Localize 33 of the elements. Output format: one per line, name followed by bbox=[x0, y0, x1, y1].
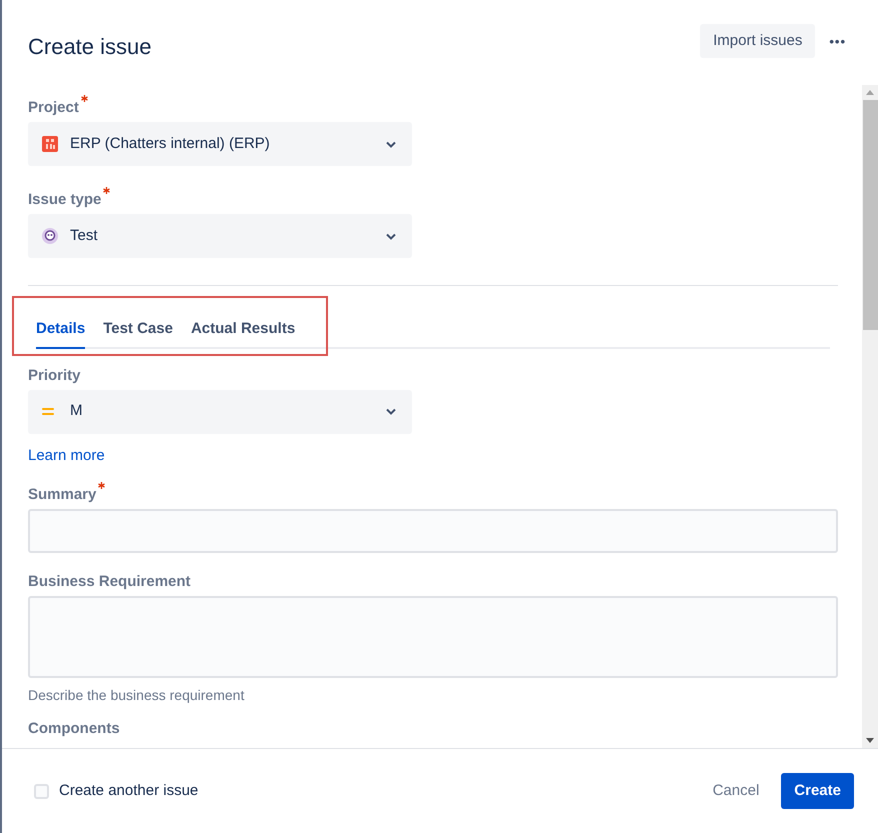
summary-input[interactable] bbox=[28, 509, 838, 553]
scroll-down-icon[interactable] bbox=[866, 738, 874, 743]
field-label: Issue type bbox=[28, 190, 102, 210]
select-field[interactable]: ERP (Chatters internal) (ERP) bbox=[28, 122, 412, 166]
field-label: Summary bbox=[28, 485, 96, 505]
tab[interactable]: Details bbox=[36, 318, 86, 348]
cancel-button[interactable]: Cancel bbox=[700, 773, 772, 809]
scroll-up-icon[interactable] bbox=[866, 90, 874, 95]
field-label: Project bbox=[28, 98, 79, 118]
help-text: Describe the business requirement bbox=[28, 686, 246, 705]
select-field[interactable]: Test bbox=[28, 214, 412, 258]
tab[interactable]: Actual Results bbox=[190, 318, 296, 348]
checkbox-label: Create another issue bbox=[59, 780, 198, 801]
chevron-down-icon bbox=[386, 232, 396, 240]
learn-more-link[interactable]: Learn more bbox=[28, 444, 105, 467]
project-icon bbox=[42, 136, 58, 152]
chevron-down-icon bbox=[386, 140, 396, 148]
business-requirement-input[interactable] bbox=[28, 596, 838, 678]
priority-medium-icon bbox=[42, 407, 54, 416]
more-button[interactable]: ••• bbox=[827, 27, 848, 57]
create-button[interactable]: Create bbox=[781, 773, 854, 809]
scrollbar-thumb[interactable] bbox=[862, 100, 878, 330]
scrollbar[interactable] bbox=[862, 85, 878, 748]
select-field[interactable]: M bbox=[28, 390, 412, 434]
checkbox[interactable] bbox=[34, 784, 49, 798]
field-label: Components bbox=[28, 719, 120, 739]
issue-type-icon bbox=[42, 228, 58, 244]
field-label: Priority bbox=[28, 366, 81, 386]
dialog-title: Create issue bbox=[28, 33, 153, 61]
field-label: Business Requirement bbox=[28, 572, 191, 592]
tab[interactable]: Test Case bbox=[103, 318, 173, 348]
chevron-down-icon bbox=[386, 408, 396, 415]
import-issues-button[interactable]: Import issues bbox=[700, 24, 816, 58]
